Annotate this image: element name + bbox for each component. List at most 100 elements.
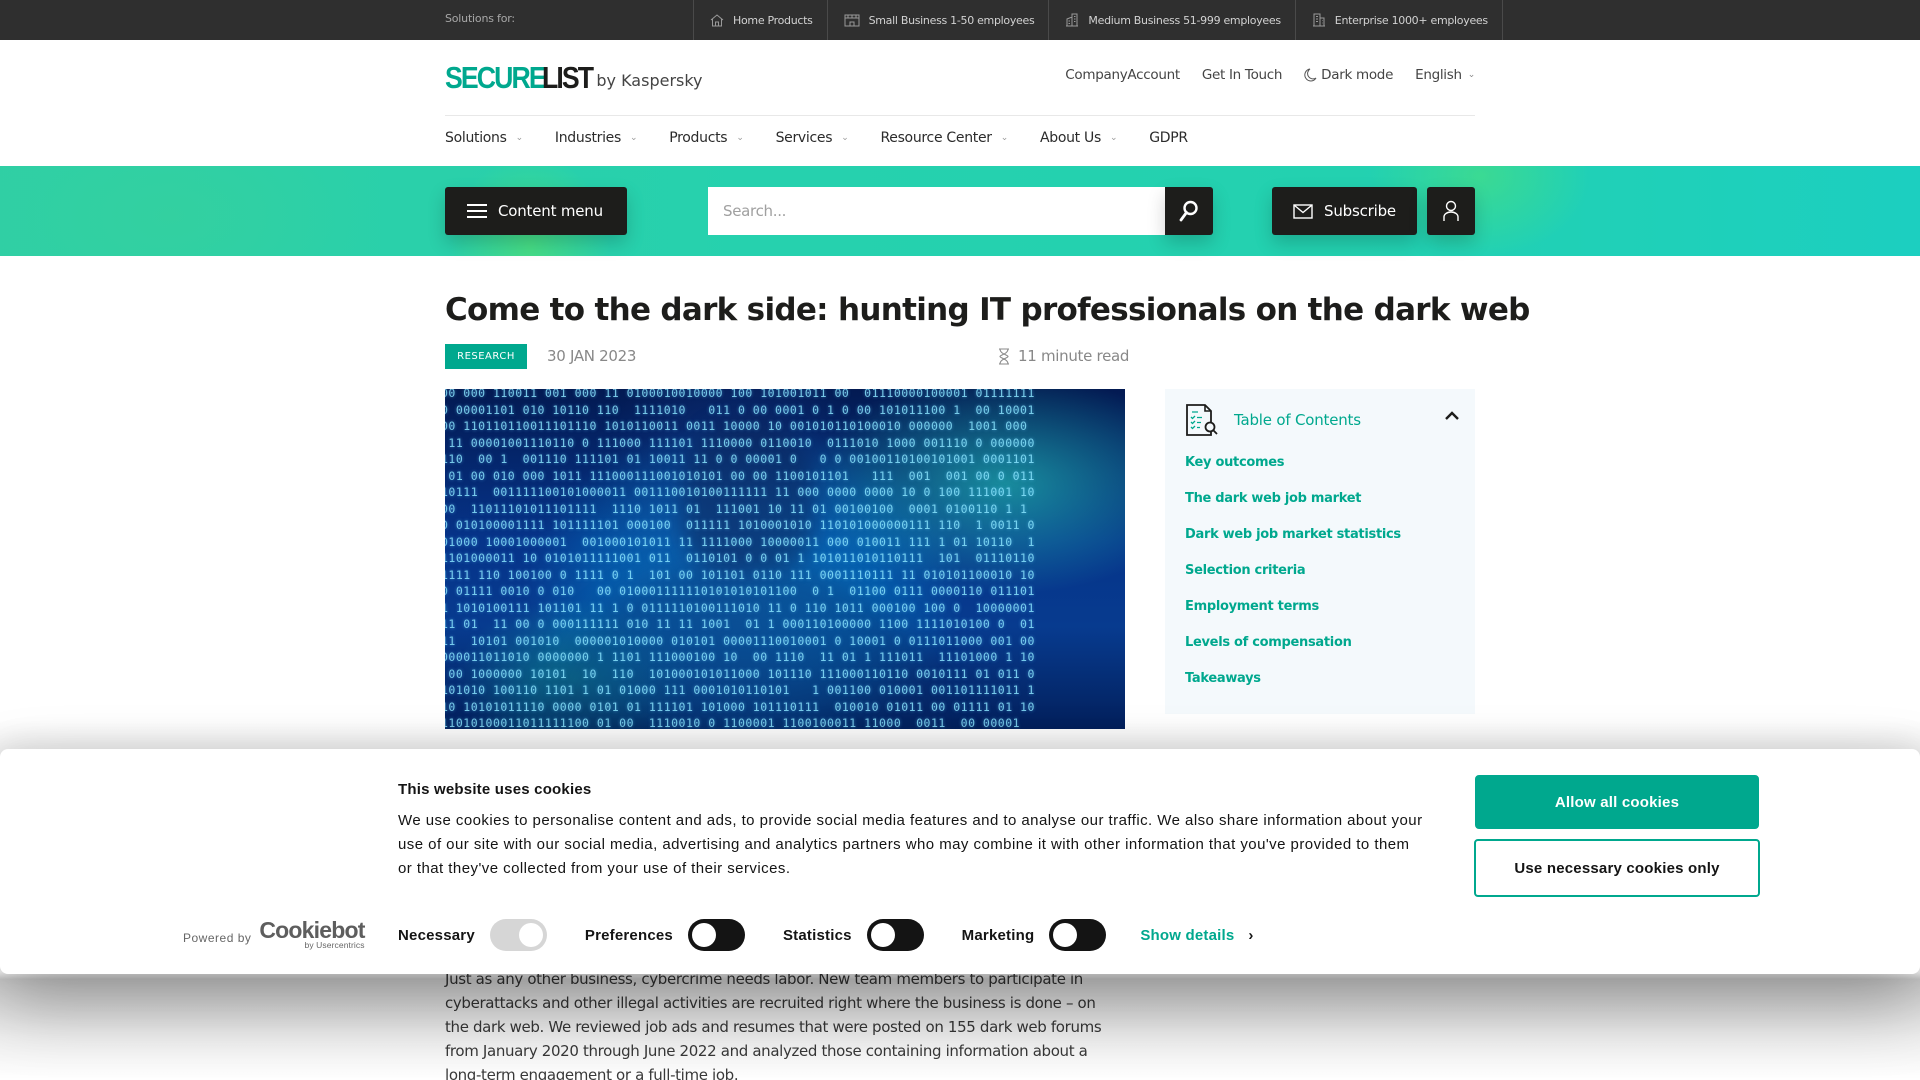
nav-item-services[interactable]: Services ⌄ (776, 130, 849, 146)
chevron-down-icon: ⌄ (736, 133, 744, 143)
logo-secure: SECURE (445, 60, 547, 95)
content-menu-label: Content menu (498, 202, 603, 220)
segment-label: Enterprise 1000+ employees (1334, 13, 1488, 27)
segment-label: Medium Business 51-999 employees (1088, 13, 1281, 27)
envelope-icon (1293, 203, 1313, 219)
toggle-knob (870, 923, 895, 947)
publish-date: 30 JAN 2023 (547, 347, 637, 365)
house-icon (710, 13, 724, 26)
toggle-group-necessary: Necessary (398, 919, 547, 951)
solutions-topbar: Solutions for: Home Products Small Busin… (0, 0, 1920, 40)
cookie-category-toggles: Necessary Preferences Statistics Marketi… (398, 919, 1254, 951)
dark-mode-toggle[interactable]: Dark mode (1304, 67, 1393, 83)
toc-toggle[interactable]: Table of Contents (1185, 399, 1460, 441)
necessary-cookies-only-button[interactable]: Use necessary cookies only (1474, 839, 1760, 897)
toc-item[interactable]: Employment terms (1185, 599, 1401, 635)
main-nav: Solutions ⌄ Industries ⌄ Products ⌄ Serv… (445, 130, 1220, 146)
nav-item-gdpr[interactable]: GDPR (1149, 130, 1188, 146)
statistics-toggle[interactable] (866, 919, 924, 951)
search-input[interactable] (708, 187, 1165, 235)
toc-item[interactable]: Takeaways (1185, 671, 1401, 707)
account-button[interactable] (1427, 187, 1475, 235)
nav-label: Services (775, 130, 833, 146)
solutions-segments: Home Products Small Business 1-50 employ… (693, 0, 1503, 40)
toc-item[interactable]: Key outcomes (1185, 455, 1401, 491)
nav-item-resource-center[interactable]: Resource Center ⌄ (880, 130, 1008, 146)
toggle-label: Preferences (584, 926, 673, 944)
toc-item[interactable]: The dark web job market (1185, 491, 1401, 527)
subscribe-button[interactable]: Subscribe (1272, 187, 1417, 235)
category-tag[interactable]: RESEARCH (445, 344, 527, 369)
dark-mode-label: Dark mode (1321, 67, 1394, 83)
nav-label: Solutions (445, 130, 507, 146)
marketing-toggle[interactable] (1049, 919, 1107, 951)
nav-label: Resource Center (880, 130, 992, 146)
nav-label: Industries (554, 130, 621, 146)
hero-image: 00 000 110011 001 000 11 0100010010000 1… (445, 389, 1125, 729)
storefront-icon (844, 14, 860, 26)
skyscraper-icon (1312, 13, 1325, 27)
toggle-knob (691, 923, 716, 947)
content-menu-button[interactable]: Content menu (445, 187, 627, 235)
read-time-label: 11 minute read (1018, 347, 1130, 365)
chevron-right-icon: › (1248, 926, 1254, 944)
subscribe-label: Subscribe (1324, 202, 1396, 220)
binary-code-pattern: 00 000 110011 001 000 11 0100010010000 1… (445, 389, 1035, 729)
segment-label: Home Products (733, 13, 813, 27)
user-icon (1443, 200, 1459, 221)
chevron-up-icon (1445, 411, 1459, 420)
toggle-group-preferences: Preferences (585, 919, 745, 951)
segment-enterprise[interactable]: Enterprise 1000+ employees (1294, 0, 1502, 40)
search-icon (1179, 200, 1198, 222)
page: Solutions for: Home Products Small Busin… (0, 0, 1920, 1080)
allow-all-cookies-button[interactable]: Allow all cookies (1475, 775, 1759, 829)
language-label: English (1415, 67, 1462, 83)
segment-home-products[interactable]: Home Products (693, 0, 827, 40)
header-divider (445, 115, 1475, 116)
show-details-link[interactable]: Show details › (1140, 927, 1253, 944)
nav-label: About Us (1039, 130, 1101, 146)
cookiebot-logo: Cookiebot by Usercentrics (259, 917, 365, 951)
securelist-logo[interactable]: SECURE LIST by Kaspersky (445, 60, 703, 95)
logo-byline: by Kaspersky (596, 71, 703, 90)
chevron-down-icon: ⌄ (1467, 70, 1476, 80)
header-links: CompanyAccount Get In Touch Dark mode En… (1043, 67, 1475, 83)
cookiebot-branding[interactable]: Powered by Cookiebot by Usercentrics (183, 917, 365, 951)
language-select[interactable]: English ⌄ (1415, 67, 1475, 83)
segment-small-business[interactable]: Small Business 1-50 employees (826, 0, 1049, 40)
get-in-touch-link[interactable]: Get In Touch (1202, 67, 1283, 83)
necessary-toggle (489, 919, 547, 951)
cookie-consent-banner: Powered by Cookiebot by Usercentrics Thi… (0, 749, 1920, 974)
chevron-down-icon: ⌄ (515, 133, 524, 143)
show-details-label: Show details (1140, 926, 1235, 944)
toggle-label: Marketing (961, 926, 1035, 944)
toc-item[interactable]: Selection criteria (1185, 563, 1401, 599)
chevron-down-icon: ⌄ (1000, 133, 1009, 143)
search-button[interactable] (1165, 187, 1213, 235)
article-intro-paragraph: Just as any other business, cybercrime n… (445, 970, 1102, 1080)
nav-item-products[interactable]: Products ⌄ (669, 130, 744, 146)
office-building-icon (1066, 13, 1079, 27)
chevron-down-icon: ⌄ (630, 133, 638, 143)
cookie-description: We use cookies to personalise content an… (398, 812, 1423, 877)
logo-list: LIST (542, 60, 594, 95)
nav-item-solutions[interactable]: Solutions ⌄ (445, 130, 523, 146)
toggle-knob (1053, 923, 1078, 947)
toggle-group-marketing: Marketing (962, 919, 1107, 951)
preferences-toggle[interactable] (687, 919, 745, 951)
segment-medium-business[interactable]: Medium Business 51-999 employees (1048, 0, 1294, 40)
article-title: Come to the dark side: hunting IT profes… (445, 292, 1530, 328)
cookie-title: This website uses cookies (398, 781, 592, 798)
hourglass-icon (999, 347, 1009, 365)
chevron-down-icon: ⌄ (1109, 133, 1118, 143)
nav-item-about-us[interactable]: About Us ⌄ (1039, 130, 1118, 146)
cookiebot-logo-text: Cookiebot (259, 917, 365, 943)
toc-item[interactable]: Levels of compensation (1185, 635, 1401, 671)
cookiebot-logo-subtext: by Usercentrics (304, 940, 365, 950)
solutions-for-label: Solutions for: (445, 12, 515, 25)
company-account-link[interactable]: CompanyAccount (1065, 67, 1180, 83)
nav-item-industries[interactable]: Industries ⌄ (554, 130, 638, 146)
toggle-label: Necessary (398, 926, 475, 944)
toc-item[interactable]: Dark web job market statistics (1185, 527, 1401, 563)
toc-title: Table of Contents (1234, 411, 1361, 429)
